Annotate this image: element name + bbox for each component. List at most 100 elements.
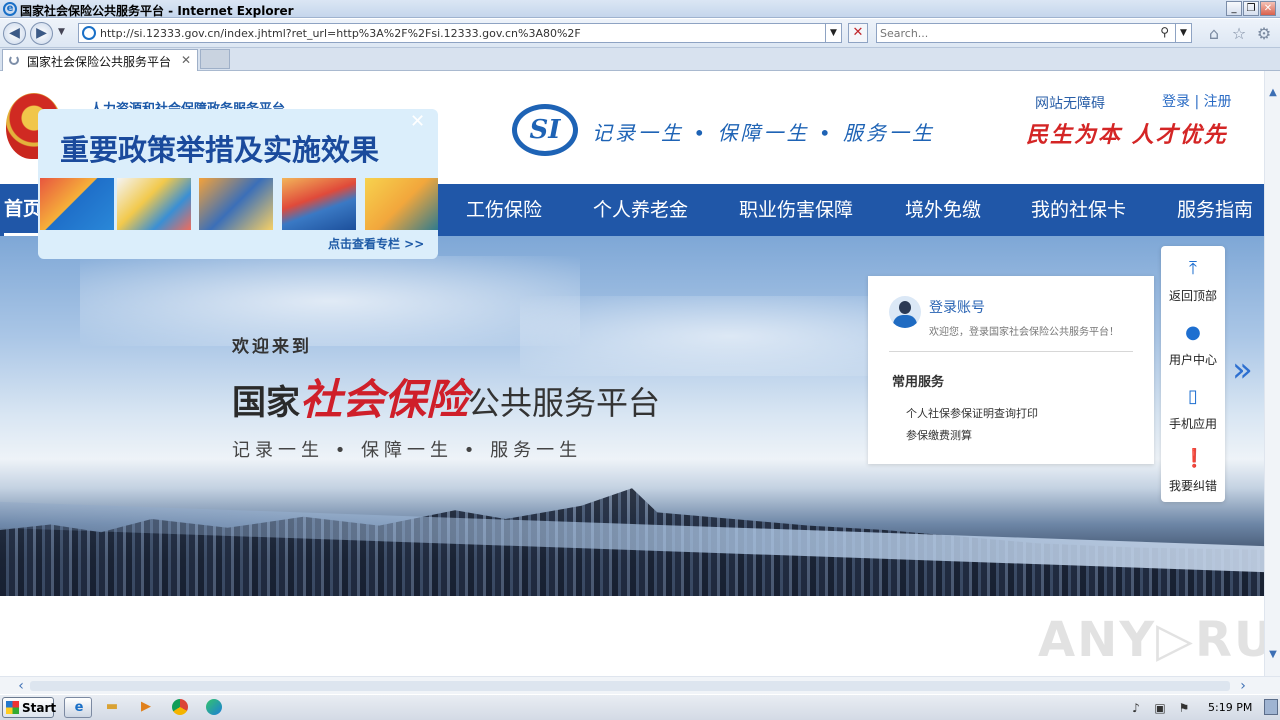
scroll-down-icon[interactable]: ▼ [1267,649,1279,661]
policy-thumbnail-2[interactable] [117,178,191,230]
back-button[interactable]: ◀ [3,22,26,45]
hero-welcome: 欢迎来到 [232,337,312,357]
tab-strip: 国家社会保险公共服务平台 ✕ [0,48,1280,71]
cloud-decoration [80,256,580,346]
arrow-up-icon: ⤒ [1189,258,1197,279]
policy-popup[interactable]: 重要政策举措及实施效果 ✕ 点击查看专栏 >> [38,109,438,259]
nav-item-occupational-injury[interactable]: 职业伤害保障 [739,184,853,236]
favorites-star-icon[interactable]: ☆ [1229,24,1249,44]
user-center-label: 用户中心 [1168,353,1217,367]
search-input[interactable] [880,26,1150,40]
forward-button[interactable]: ▶ [30,22,53,45]
auth-links: 登录 | 注册 [1162,91,1232,111]
popup-close-icon[interactable]: ✕ [410,111,425,132]
back-to-top-button[interactable]: ⤒ 返回顶部 [1161,250,1225,310]
home-icon[interactable]: ⌂ [1204,24,1224,44]
history-dropdown-icon[interactable]: ▼ [58,27,65,37]
divider [889,351,1133,352]
clock[interactable]: 5:19 PM [1208,701,1252,714]
scroll-left-icon[interactable]: ‹ [14,679,28,693]
windows-logo-icon [6,701,19,714]
report-error-label: 我要纠错 [1168,479,1217,493]
folder-icon: ▬ [105,699,119,714]
accessibility-link[interactable]: 网站无障碍 [1035,93,1105,113]
service-link-payment-calculator[interactable]: 参保缴费测算 [906,427,972,443]
nav-item-work-injury[interactable]: 工伤保险 [466,184,542,236]
popup-title[interactable]: 重要政策举措及实施效果 [60,127,379,169]
hero-title: 国家社会保险公共服务平台 [232,366,660,427]
header-motto: 民生为本 人才优先 [1026,122,1228,148]
tab-label: 国家社会保险公共服务平台 [27,55,172,69]
report-error-button[interactable]: ❗ 我要纠错 [1161,440,1225,500]
tab-active[interactable]: 国家社会保险公共服务平台 ✕ [2,49,198,71]
hero-title-part1: 国家 [232,383,300,423]
nav-item-service-guide[interactable]: 服务指南 [1177,184,1253,236]
taskbar-file-explorer[interactable]: ▬ [98,697,126,718]
policy-thumbnail-4[interactable] [282,178,356,230]
nav-item-personal-pension[interactable]: 个人养老金 [593,184,688,236]
search-dropdown-icon[interactable]: ▼ [1175,24,1191,42]
hero-title-part3: 公共服务平台 [468,384,661,422]
horizontal-scrollbar[interactable]: ‹ › [0,676,1280,694]
show-desktop-button[interactable] [1264,699,1278,715]
taskbar-internet-explorer[interactable]: e [64,697,92,718]
close-window-button[interactable]: ✕ [1260,1,1276,16]
internet-explorer-icon: e [3,2,17,16]
taskbar-chrome[interactable] [166,697,194,718]
register-link[interactable]: 注册 [1204,94,1232,110]
vertical-scrollbar[interactable]: ▲ ▼ [1264,71,1280,676]
nav-item-my-social-card[interactable]: 我的社保卡 [1031,184,1126,236]
avatar [889,296,921,328]
policy-thumbnail-3[interactable] [199,178,273,230]
si-logo[interactable]: SI [512,104,578,156]
maximize-button[interactable]: ❐ [1243,1,1259,16]
stop-button[interactable]: ✕ [848,23,868,43]
popup-thumbnails [38,178,438,230]
nav-item-home[interactable]: 首页 [4,184,43,236]
user-icon: ● [1185,322,1201,343]
internet-explorer-icon: e [74,700,84,715]
page-viewport: 人力资源和社会保障政务服务平台 SI 记录一生 • 保障一生 • 服务一生 网站… [0,71,1264,676]
horizontal-scroll-thumb[interactable] [30,681,1230,691]
address-bar[interactable]: http://si.12333.gov.cn/index.jhtml?ret_u… [78,23,842,43]
service-link-insurance-certificate[interactable]: 个人社保参保证明查询打印 [906,405,1038,421]
chrome-icon [172,699,188,715]
auth-separator: | [1190,94,1204,110]
search-icon[interactable]: ⚲ [1160,25,1169,39]
carousel-next-icon[interactable]: » [1232,353,1253,387]
hero-subtitle: 记录一生 • 保障一生 • 服务一生 [232,440,583,461]
login-link[interactable]: 登录 [1162,94,1190,110]
policy-thumbnail-5[interactable] [365,178,438,230]
mobile-app-button[interactable]: ▯ 手机应用 [1161,378,1225,438]
scroll-right-icon[interactable]: › [1236,679,1250,693]
browser-toolbar: ◀ ▶ ▼ http://si.12333.gov.cn/index.jhtml… [0,19,1280,48]
address-url[interactable]: http://si.12333.gov.cn/index.jhtml?ret_u… [100,27,581,40]
edge-icon [206,699,222,715]
common-services-title: 常用服务 [892,375,945,390]
user-center-button[interactable]: ● 用户中心 [1161,314,1225,374]
side-toolbar: ⤒ 返回顶部 ● 用户中心 ▯ 手机应用 ❗ 我要纠错 [1161,246,1225,502]
login-welcome-note: 欢迎您，登录国家社会保险公共服务平台！ [929,327,1119,338]
scroll-up-icon[interactable]: ▲ [1267,87,1279,99]
action-center-flag-icon[interactable]: ⚑ [1176,700,1192,716]
network-icon[interactable]: ▣ [1152,700,1168,716]
nav-item-overseas-exemption[interactable]: 境外免缴 [905,184,981,236]
popup-more-link[interactable]: 点击查看专栏 >> [328,235,424,252]
volume-icon[interactable]: ♪ [1128,700,1144,716]
start-label: Start [22,701,57,715]
search-box[interactable]: ⚲ ▼ [876,23,1192,43]
media-player-icon: ▶ [141,699,151,714]
policy-thumbnail-1[interactable] [40,178,114,230]
window-title: 国家社会保险公共服务平台 - Internet Explorer [20,4,294,18]
start-button[interactable]: Start [2,697,57,718]
new-tab-button[interactable] [200,49,230,69]
login-account-link[interactable]: 登录账号 [929,297,985,317]
taskbar-edge[interactable] [200,697,228,718]
minimize-button[interactable]: _ [1226,1,1242,16]
taskbar-media-player[interactable]: ▶ [132,697,160,718]
login-card: 登录账号 欢迎您，登录国家社会保险公共服务平台！ 常用服务 个人社保参保证明查询… [868,276,1154,464]
settings-gear-icon[interactable]: ⚙ [1254,24,1274,44]
tab-close-icon[interactable]: ✕ [181,53,191,67]
window-title-bar: e 国家社会保险公共服务平台 - Internet Explorer _ ❐ ✕ [0,0,1280,18]
address-dropdown-icon[interactable]: ▼ [825,24,841,42]
